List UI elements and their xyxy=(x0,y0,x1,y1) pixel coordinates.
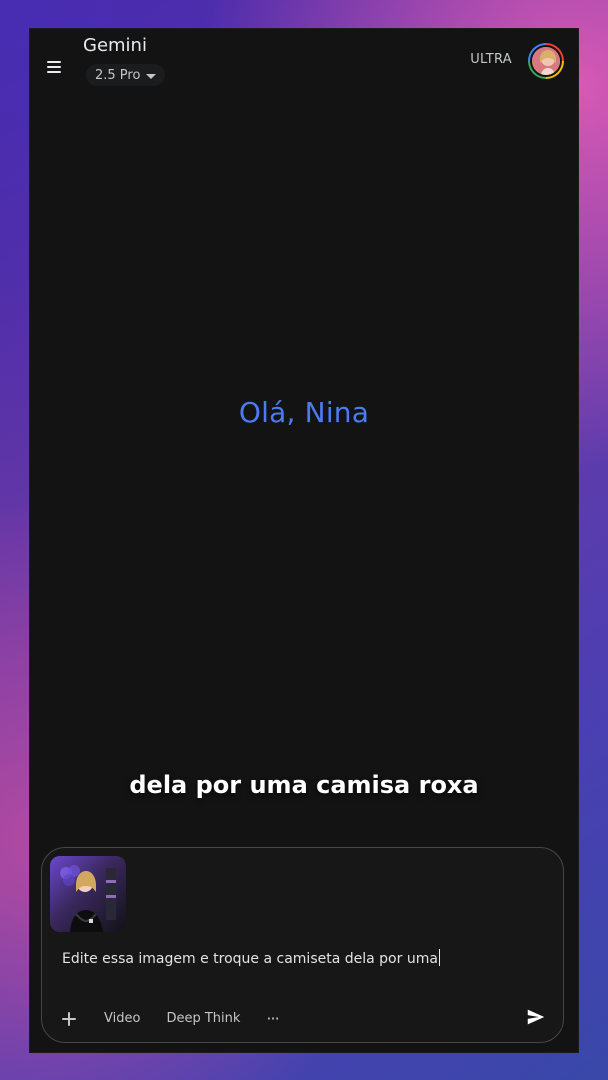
menu-line-2 xyxy=(47,66,61,68)
model-label: 2.5 Pro xyxy=(95,67,141,83)
chevron-down-icon xyxy=(146,73,157,79)
text-cursor xyxy=(438,949,440,966)
model-selector[interactable]: 2.5 Pro xyxy=(86,64,166,86)
send-button[interactable] xyxy=(524,1005,548,1029)
plus-icon[interactable] xyxy=(60,1010,78,1028)
attached-image[interactable] xyxy=(50,856,126,932)
menu-line-1 xyxy=(47,61,61,63)
deep-think-button[interactable]: Deep Think xyxy=(166,1011,240,1026)
profile-avatar[interactable] xyxy=(528,43,564,79)
app-title: Gemini xyxy=(83,35,147,56)
prompt-composer: Edite essa imagem e troque a camiseta de… xyxy=(41,847,564,1043)
prompt-input[interactable]: Edite essa imagem e troque a camiseta de… xyxy=(62,949,542,969)
greeting-text: Olá, Nina xyxy=(238,396,370,429)
avatar-image xyxy=(530,45,562,77)
prompt-input-text: Edite essa imagem e troque a camiseta de… xyxy=(62,951,438,967)
app-window: Gemini 2.5 Pro ULTRA Olá, Nina dela por … xyxy=(29,28,579,1053)
more-options-button[interactable]: ··· xyxy=(266,1009,279,1028)
menu-icon[interactable] xyxy=(47,58,65,76)
composer-toolbar: Video Deep Think ··· xyxy=(60,1009,280,1028)
menu-line-3 xyxy=(47,71,61,73)
plan-badge: ULTRA xyxy=(470,52,512,67)
video-button[interactable]: Video xyxy=(104,1011,140,1026)
video-caption: dela por uma camisa roxa xyxy=(129,771,479,799)
